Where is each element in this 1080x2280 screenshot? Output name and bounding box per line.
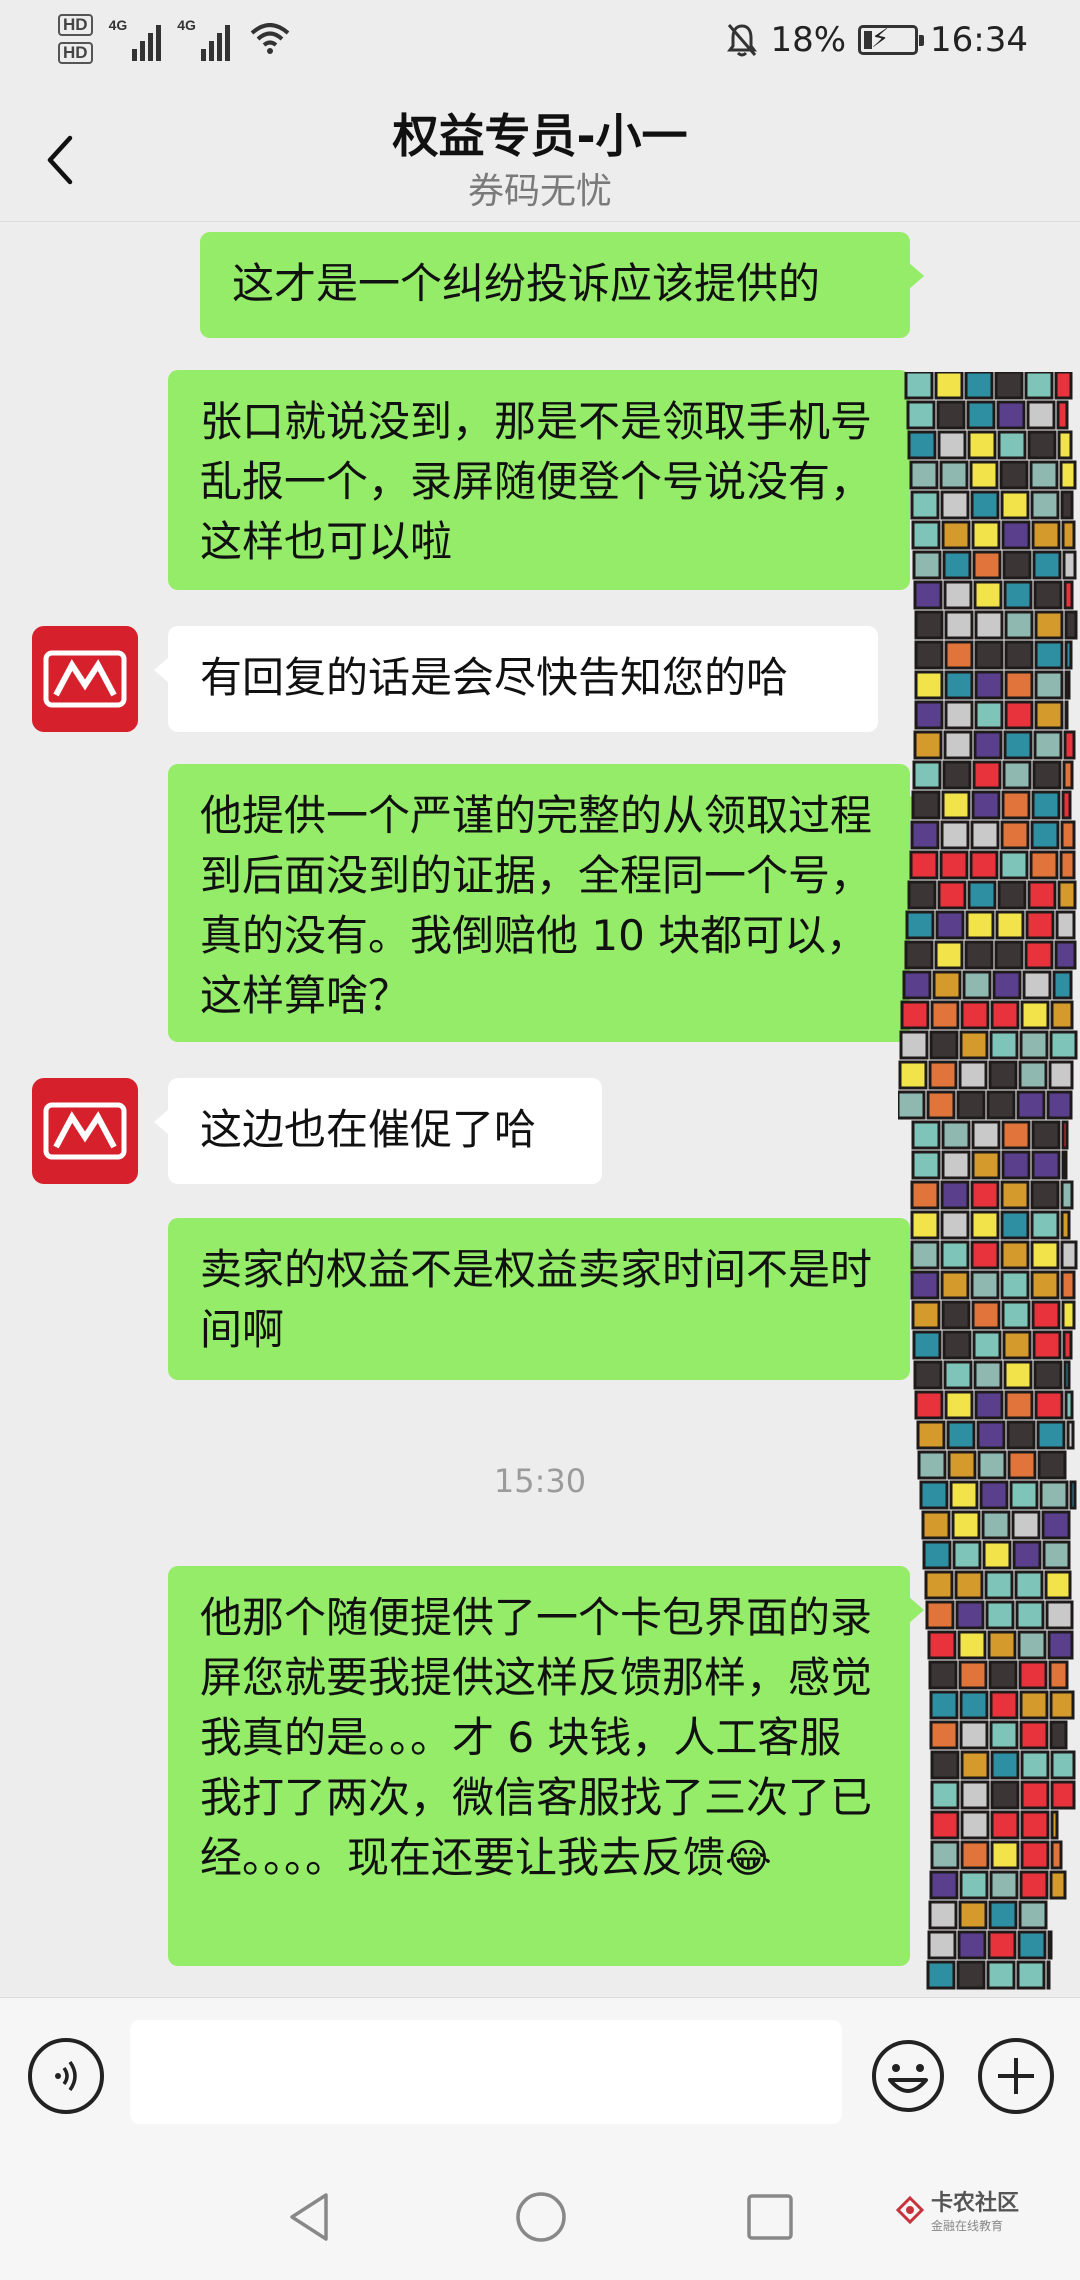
message-bubble-received[interactable]: 有回复的话是会尽快告知您的哈	[154, 626, 878, 732]
contact-avatar[interactable]	[32, 626, 138, 732]
laughing-crying-emoji: 😂	[725, 1836, 772, 1882]
battery-icon: ⚡	[858, 24, 925, 55]
message-text: 有回复的话是会尽快告知您的哈	[200, 653, 789, 702]
message-text: 他提供一个严谨的完整的从领取过程到后面没到的证据，全程同一个号，真的没有。我倒赔…	[200, 791, 873, 1020]
nav-home-button[interactable]	[513, 2189, 569, 2245]
chat-subtitle: 券码无忧	[467, 171, 612, 212]
hd-badge-2: HD	[58, 42, 93, 64]
chat-header: 权益专员-小一 券码无忧	[0, 92, 1080, 222]
message-text: 这边也在催促了哈	[200, 1105, 537, 1154]
brand-logo-icon	[43, 1102, 127, 1160]
network-type-1: 4G	[108, 17, 128, 33]
chat-title: 权益专员-小一	[392, 109, 688, 163]
status-left: HD HD 4G 4G	[58, 14, 290, 64]
status-right: 18% ⚡ 16:34	[726, 20, 1028, 60]
chat-area[interactable]: 这才是一个纠纷投诉应该提供的 张口就说没到，那是不是领取手机号乱报一个，录屏随便…	[0, 222, 1080, 1997]
nav-back-button[interactable]	[282, 2189, 338, 2245]
watermark-subtitle: 金融在线教育	[931, 2219, 1004, 2233]
voice-icon	[55, 2060, 77, 2092]
message-input[interactable]	[130, 2020, 842, 2124]
watermark: 卡农社区 金融在线教育	[895, 2185, 1019, 2234]
message-text: 张口就说没到，那是不是领取手机号乱报一个，录屏随便登个号说没有，这样也可以啦	[200, 397, 873, 566]
message-text: 这才是一个纠纷投诉应该提供的	[232, 259, 821, 308]
message-bubble-received[interactable]: 这边也在催促了哈	[154, 1078, 602, 1184]
nav-recent-apps-button[interactable]	[742, 2189, 798, 2245]
message-bubble-sent[interactable]: 他那个随便提供了一个卡包界面的录屏您就要我提供这样反馈那样，感觉我真的是。。。才…	[168, 1566, 924, 1966]
brand-logo-icon	[43, 650, 127, 708]
watermark-title: 卡农社区	[931, 2191, 1020, 2216]
mute-bell-icon	[727, 24, 758, 57]
privacy-mosaic	[898, 372, 1078, 1990]
message-bubble-sent[interactable]: 这才是一个纠纷投诉应该提供的	[200, 232, 924, 338]
watermark-logo-icon	[895, 2195, 925, 2224]
message-bubble-sent[interactable]: 他提供一个严谨的完整的从领取过程到后面没到的证据，全程同一个号，真的没有。我倒赔…	[168, 764, 924, 1042]
message-bubble-sent[interactable]: 卖家的权益不是权益卖家时间不是时间啊	[168, 1218, 924, 1380]
battery-percent: 18%	[770, 20, 847, 60]
signal-1-icon: 4G	[109, 17, 162, 61]
clock: 16:34	[930, 20, 1028, 60]
more-options-button[interactable]	[978, 2038, 1054, 2114]
message-bubble-sent[interactable]: 张口就说没到，那是不是领取手机号乱报一个，录屏随便登个号说没有，这样也可以啦	[168, 370, 924, 590]
network-type-2: 4G	[177, 17, 196, 33]
status-bar: HD HD 4G 4G 18% ⚡ 16:34	[0, 0, 1080, 92]
message-text: 卖家的权益不是权益卖家时间不是时间啊	[200, 1245, 873, 1354]
input-bar	[0, 1997, 1080, 2145]
system-nav-bar: 卡农社区 金融在线教育	[0, 2145, 1080, 2280]
signal-2-icon: 4G	[177, 17, 230, 61]
voice-input-button[interactable]	[28, 2038, 104, 2114]
emoji-button[interactable]	[870, 2038, 946, 2114]
wifi-icon	[250, 23, 290, 54]
hd-badge-1: HD	[58, 14, 93, 36]
contact-avatar[interactable]	[32, 1078, 138, 1184]
